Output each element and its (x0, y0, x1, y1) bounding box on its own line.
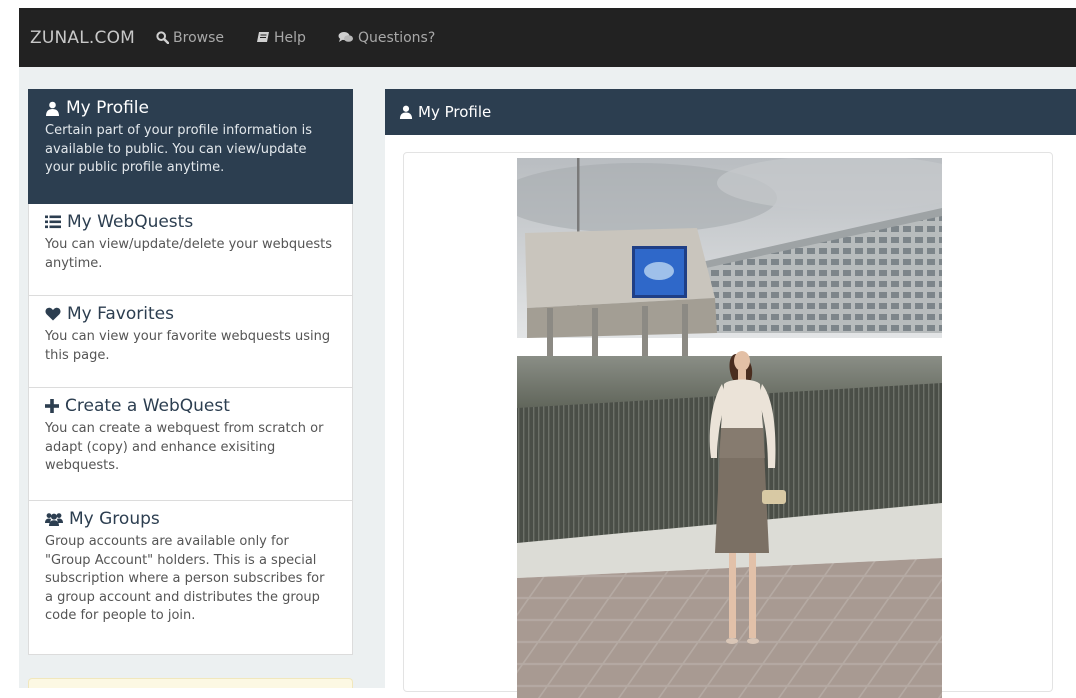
sidebar-item-description: You can create a webquest from scratch o… (45, 421, 324, 473)
list-icon (45, 215, 61, 229)
users-icon (45, 513, 63, 526)
plus-icon (45, 399, 59, 413)
search-icon (156, 31, 170, 44)
sidebar-item-label: My Favorites (67, 304, 174, 324)
heart-icon (45, 307, 61, 321)
sidebar-item-label: Create a WebQuest (65, 396, 230, 416)
sidebar-item-label: My Groups (69, 509, 160, 529)
nav-help-label: Help (274, 29, 306, 46)
user-icon (399, 105, 413, 119)
sidebar-item-my-favorites[interactable]: My Favorites You can view your favorite … (28, 296, 353, 388)
nav-questions-link[interactable]: Questions? (338, 30, 435, 46)
sidebar-item-description: Group accounts are available only for "G… (45, 534, 325, 623)
nav-help-link[interactable]: Help (256, 30, 306, 46)
profile-sidebar: My Profile Certain part of your profile … (28, 89, 353, 655)
sidebar-item-label: My Profile (66, 98, 149, 118)
book-icon (257, 32, 270, 42)
profile-panel: My Profile (385, 89, 1076, 698)
sidebar-item-my-webquests[interactable]: My WebQuests You can view/update/delete … (28, 204, 353, 296)
sidebar-item-my-groups[interactable]: My Groups Group accounts are available o… (28, 501, 353, 655)
sidebar-item-label: My WebQuests (67, 212, 194, 232)
profile-photo (517, 158, 942, 698)
sidebar-item-my-profile[interactable]: My Profile Certain part of your profile … (28, 89, 353, 204)
sidebar-notice-box (28, 678, 353, 688)
user-icon (46, 101, 59, 116)
nav-questions-label: Questions? (357, 29, 436, 46)
panel-heading: My Profile (385, 89, 1076, 135)
nav-browse-label: Browse (173, 29, 225, 46)
sidebar-item-description: You can view your favorite webquests usi… (45, 329, 331, 363)
sidebar-item-create-webquest[interactable]: Create a WebQuest You can create a webqu… (28, 388, 353, 501)
brand-logo[interactable]: ZUNAL.COM (30, 28, 135, 48)
comments-icon (338, 32, 353, 42)
sidebar-item-description: Certain part of your profile information… (45, 123, 313, 175)
sidebar-item-description: You can view/update/delete your webquest… (45, 237, 332, 271)
top-navbar: ZUNAL.COM Browse Help Questions? (19, 8, 1076, 67)
profile-photo-frame (403, 152, 1053, 698)
nav-browse-link[interactable]: Browse (156, 30, 224, 46)
panel-title: My Profile (418, 103, 492, 121)
